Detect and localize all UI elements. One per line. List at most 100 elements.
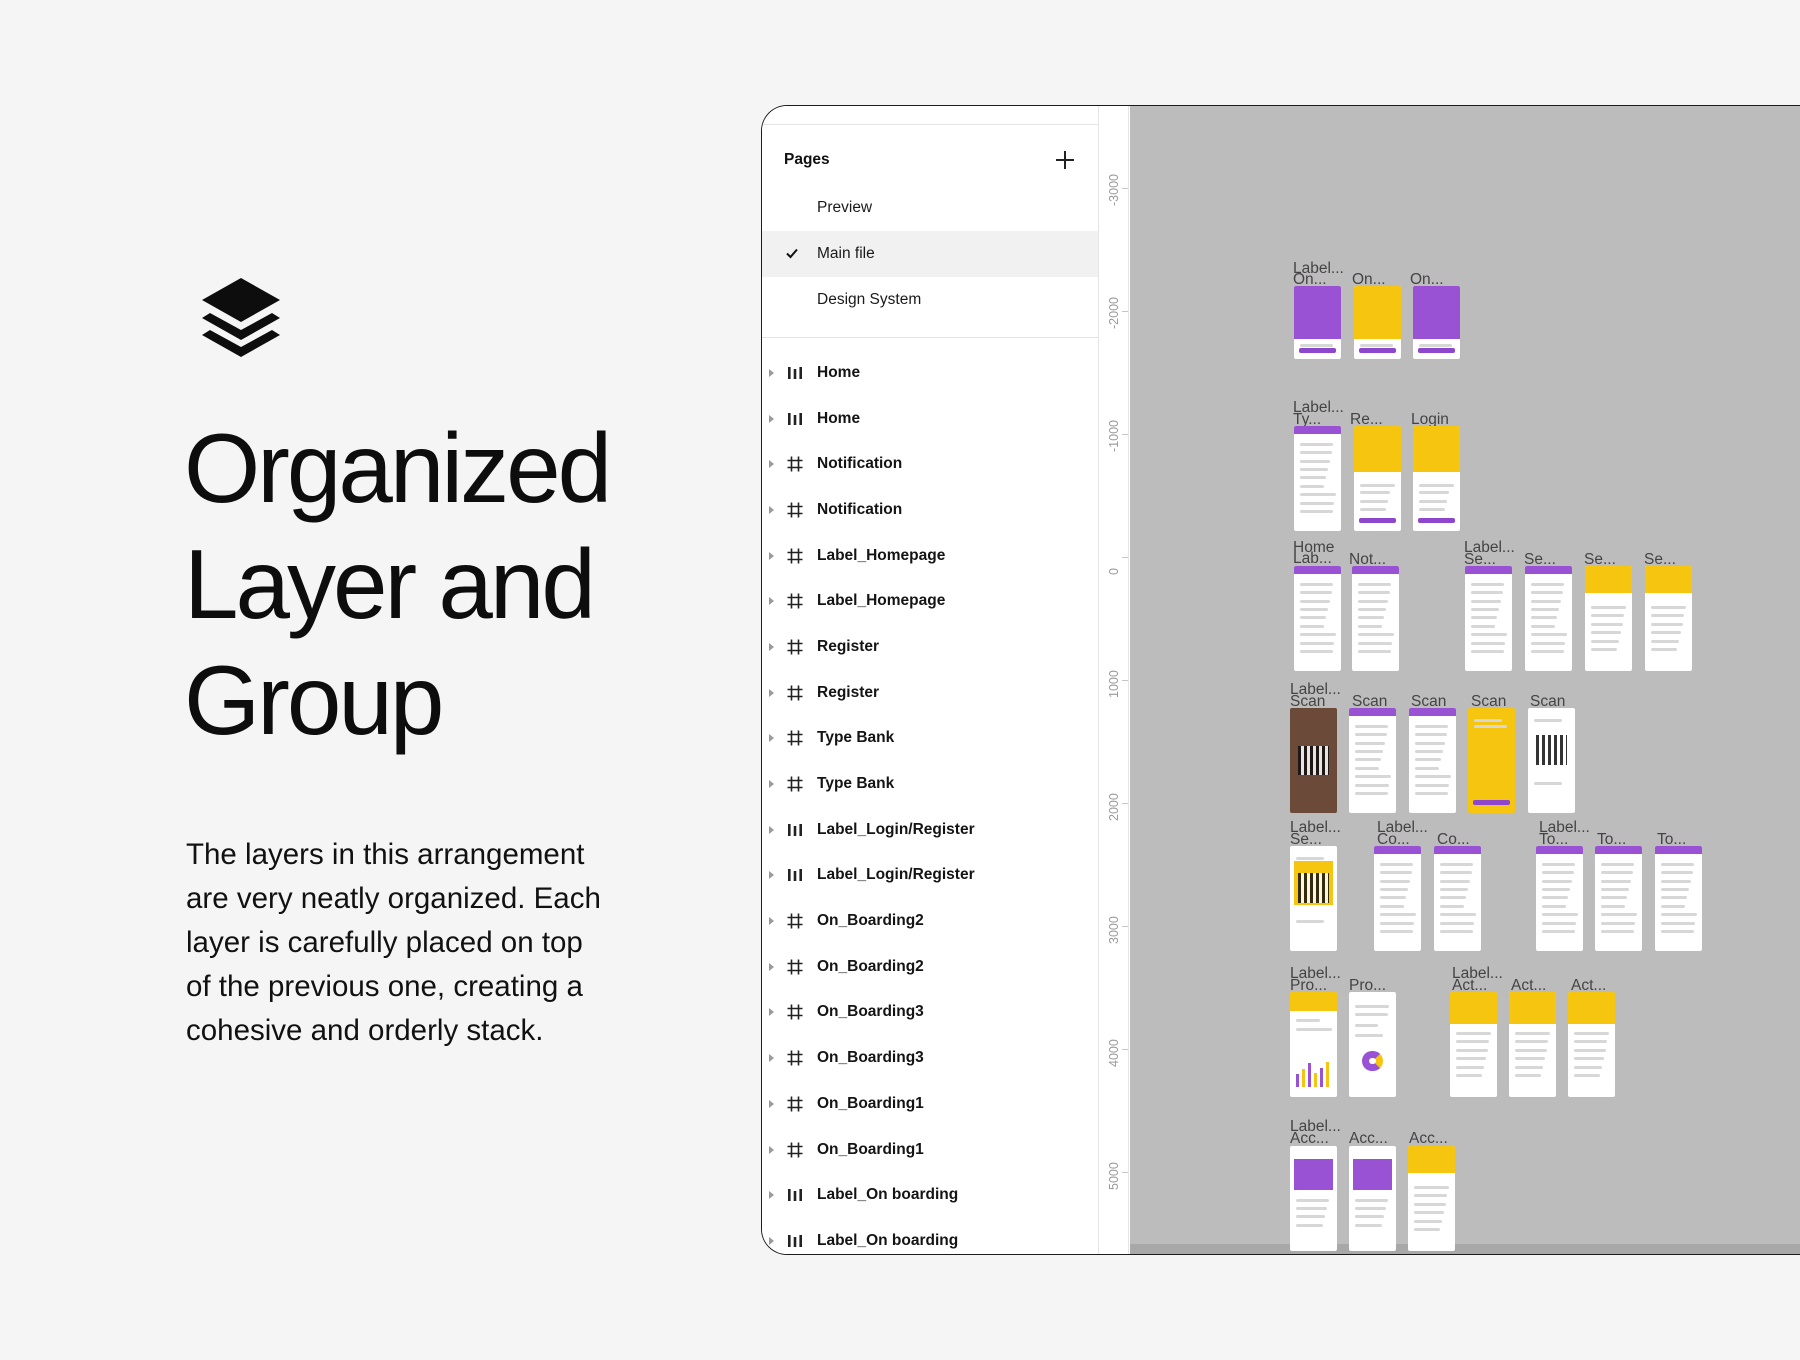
layers-stack-icon bbox=[202, 278, 280, 357]
screen-thumbnail[interactable] bbox=[1290, 992, 1337, 1097]
screen-thumbnail[interactable] bbox=[1568, 992, 1615, 1097]
layer-row[interactable]: Notification bbox=[762, 441, 1098, 487]
layer-row[interactable]: On_Boarding3 bbox=[762, 990, 1098, 1036]
layer-row[interactable]: Label_Login/Register bbox=[762, 807, 1098, 853]
layer-row[interactable]: Label_Homepage bbox=[762, 578, 1098, 624]
screen-thumbnail[interactable] bbox=[1408, 1146, 1455, 1251]
frame-icon bbox=[786, 455, 804, 473]
layer-row[interactable]: Label_Homepage bbox=[762, 533, 1098, 579]
screen-thumbnail[interactable] bbox=[1450, 992, 1497, 1097]
expand-caret-icon[interactable] bbox=[769, 1054, 774, 1063]
screen-thumbnail[interactable] bbox=[1528, 708, 1575, 813]
screen-thumbnail[interactable] bbox=[1509, 992, 1556, 1097]
layer-row[interactable]: Register bbox=[762, 670, 1098, 716]
expand-caret-icon[interactable] bbox=[769, 551, 774, 560]
layer-row[interactable]: Home bbox=[762, 396, 1098, 442]
screen-thumbnail[interactable] bbox=[1413, 286, 1460, 359]
ruler-tick bbox=[1122, 311, 1128, 312]
expand-caret-icon[interactable] bbox=[769, 1236, 774, 1245]
screen-thumbnail[interactable] bbox=[1354, 286, 1401, 359]
page-item[interactable]: Preview bbox=[762, 185, 1098, 231]
screen-thumbnail[interactable] bbox=[1294, 286, 1341, 359]
screen-thumbnail[interactable] bbox=[1294, 566, 1341, 671]
expand-caret-icon[interactable] bbox=[769, 505, 774, 514]
headline-line-1: Organized bbox=[184, 413, 612, 523]
section-icon bbox=[786, 821, 804, 839]
screen-thumbnail[interactable] bbox=[1290, 708, 1337, 813]
expand-caret-icon[interactable] bbox=[769, 1145, 774, 1154]
ruler-tick bbox=[1122, 188, 1128, 189]
layer-row[interactable]: On_Boarding2 bbox=[762, 898, 1098, 944]
layer-name: Label_On boarding bbox=[817, 1231, 959, 1249]
screen-thumbnail[interactable] bbox=[1349, 1146, 1396, 1251]
page-item[interactable]: Main file bbox=[762, 231, 1098, 277]
layer-row[interactable]: Register bbox=[762, 624, 1098, 670]
layer-row[interactable]: Home bbox=[762, 350, 1098, 396]
layer-list: Home Home Notification Notification Label_Ho… bbox=[762, 350, 1098, 1254]
screen-thumbnail[interactable] bbox=[1409, 708, 1456, 813]
layer-row[interactable]: Label_On boarding bbox=[762, 1218, 1098, 1254]
layer-row[interactable]: On_Boarding2 bbox=[762, 944, 1098, 990]
layer-row[interactable]: Label_On boarding bbox=[762, 1172, 1098, 1218]
screen-thumbnail[interactable] bbox=[1352, 566, 1399, 671]
expand-caret-icon[interactable] bbox=[769, 597, 774, 606]
layer-row[interactable]: Notification bbox=[762, 487, 1098, 533]
layer-name: On_Boarding1 bbox=[817, 1140, 924, 1158]
screen-thumbnail[interactable] bbox=[1294, 426, 1341, 531]
expand-caret-icon[interactable] bbox=[769, 1008, 774, 1017]
page-item[interactable]: Design System bbox=[762, 277, 1098, 323]
headline-line-2: Layer and bbox=[184, 529, 596, 639]
screen-thumbnail[interactable] bbox=[1349, 992, 1396, 1097]
screen-thumbnail[interactable] bbox=[1465, 566, 1512, 671]
layer-name: On_Boarding2 bbox=[817, 957, 924, 975]
ruler-label: 2000 bbox=[1107, 793, 1121, 821]
horizontal-scrollbar[interactable] bbox=[1130, 1244, 1800, 1254]
screen-thumbnail[interactable] bbox=[1536, 846, 1583, 951]
layer-row[interactable]: Type Bank bbox=[762, 716, 1098, 762]
expand-caret-icon[interactable] bbox=[769, 962, 774, 971]
screen-thumbnail[interactable] bbox=[1645, 566, 1692, 671]
screen-thumbnail[interactable] bbox=[1354, 426, 1401, 531]
expand-caret-icon[interactable] bbox=[769, 825, 774, 834]
expand-caret-icon[interactable] bbox=[769, 460, 774, 469]
screen-thumbnail[interactable] bbox=[1290, 1146, 1337, 1251]
screen-thumbnail[interactable] bbox=[1585, 566, 1632, 671]
expand-caret-icon[interactable] bbox=[769, 917, 774, 926]
design-canvas[interactable]: Label... On... On... On... Label... Ty... Re..… bbox=[1130, 106, 1800, 1254]
layer-row[interactable]: On_Boarding1 bbox=[762, 1081, 1098, 1127]
expand-caret-icon[interactable] bbox=[769, 642, 774, 651]
ruler-label: 3000 bbox=[1107, 916, 1121, 944]
expand-caret-icon[interactable] bbox=[769, 1099, 774, 1108]
expand-caret-icon[interactable] bbox=[769, 780, 774, 789]
screen-thumbnail[interactable] bbox=[1655, 846, 1702, 951]
screen-thumbnail[interactable] bbox=[1374, 846, 1421, 951]
screen-thumbnail[interactable] bbox=[1468, 708, 1515, 813]
screen-thumbnail[interactable] bbox=[1349, 708, 1396, 813]
expand-caret-icon[interactable] bbox=[769, 871, 774, 880]
expand-caret-icon[interactable] bbox=[769, 688, 774, 697]
headline-line-3: Group bbox=[184, 645, 444, 755]
expand-caret-icon[interactable] bbox=[769, 414, 774, 423]
frame-label[interactable]: Acc... bbox=[1349, 1131, 1388, 1147]
frame-label[interactable]: Lab... bbox=[1293, 551, 1332, 567]
expand-caret-icon[interactable] bbox=[769, 368, 774, 377]
screen-thumbnail[interactable] bbox=[1434, 846, 1481, 951]
expand-caret-icon[interactable] bbox=[769, 1191, 774, 1200]
frame-label[interactable]: Acc... bbox=[1409, 1131, 1448, 1147]
layer-row[interactable]: On_Boarding1 bbox=[762, 1127, 1098, 1173]
screen-thumbnail[interactable] bbox=[1413, 426, 1460, 531]
layer-row[interactable]: Label_Login/Register bbox=[762, 853, 1098, 899]
frame-icon bbox=[786, 1095, 804, 1113]
screen-thumbnail[interactable] bbox=[1290, 846, 1337, 951]
layer-name: On_Boarding1 bbox=[817, 1094, 924, 1112]
frame-icon bbox=[786, 592, 804, 610]
expand-caret-icon[interactable] bbox=[769, 734, 774, 743]
screen-thumbnail[interactable] bbox=[1525, 566, 1572, 671]
add-page-button[interactable] bbox=[1054, 149, 1076, 171]
layer-row[interactable]: Type Bank bbox=[762, 761, 1098, 807]
frame-label[interactable]: Acc... bbox=[1290, 1131, 1329, 1147]
screen-thumbnail[interactable] bbox=[1595, 846, 1642, 951]
section-icon bbox=[786, 1186, 804, 1204]
frame-icon bbox=[786, 1141, 804, 1159]
layer-row[interactable]: On_Boarding3 bbox=[762, 1035, 1098, 1081]
